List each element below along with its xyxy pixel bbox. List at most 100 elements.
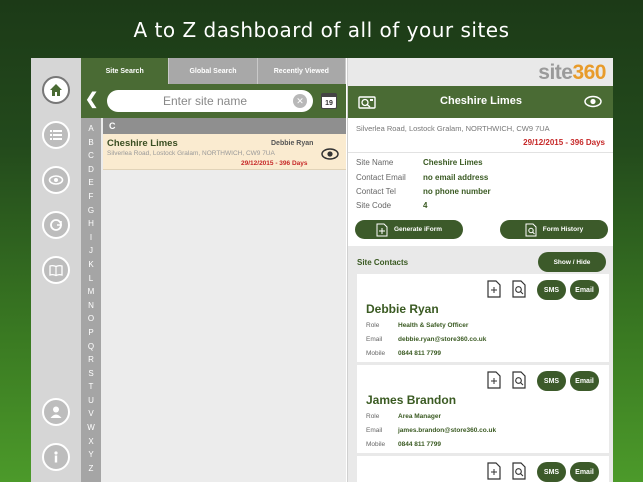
alphabet-letter[interactable]: O — [88, 312, 94, 326]
info-button[interactable] — [42, 443, 70, 471]
contact-role-key: Role — [366, 322, 380, 329]
tab-site-search[interactable]: Site Search — [81, 58, 170, 84]
site-list: C Cheshire Limes Debbie Ryan Silverlea R… — [103, 118, 346, 482]
generate-iform-label: Generate iForm — [393, 226, 443, 233]
email-button[interactable]: Email — [570, 280, 599, 300]
search-tabs: Site Search Global Search Recently Viewe… — [81, 58, 346, 84]
sms-button[interactable]: SMS — [537, 280, 566, 300]
alphabet-letter[interactable]: Q — [88, 340, 94, 354]
alphabet-letter[interactable]: D — [88, 163, 94, 177]
contact-role-key: Role — [366, 413, 380, 420]
alphabet-letter[interactable]: F — [89, 190, 94, 204]
book-icon — [49, 264, 63, 277]
alphabet-letter[interactable]: U — [88, 394, 94, 408]
detail-address: Silverlea Road, Lostock Gralam, NORTHWIC… — [356, 124, 550, 133]
eye-icon — [48, 175, 64, 185]
site-address: Silverlea Road, Lostock Gralam, NORTHWIC… — [107, 150, 275, 157]
chevron-left-icon[interactable]: ❮ — [85, 92, 98, 108]
alphabet-letter[interactable]: G — [88, 204, 94, 218]
detail-header: Cheshire Limes — [348, 86, 613, 118]
form-search-icon[interactable] — [511, 280, 527, 298]
view-button[interactable] — [42, 166, 70, 194]
nav-rail — [31, 58, 81, 482]
alphabet-index[interactable]: ABCDEFGHIJKLMNOPQRSTUVWXYZ — [81, 118, 101, 482]
alphabet-letter[interactable]: A — [88, 122, 93, 136]
headline: A to Z dashboard of all of your sites — [133, 18, 510, 42]
alphabet-letter[interactable]: R — [88, 353, 94, 367]
logo: site360 — [538, 61, 606, 85]
contact-email[interactable]: james.brandon@store360.co.uk — [398, 427, 496, 434]
form-add-icon[interactable] — [486, 462, 502, 480]
user-button[interactable] — [42, 398, 70, 426]
brand-header: site360 — [348, 58, 613, 86]
contact-name: James Brandon — [366, 393, 457, 407]
contact-mobile[interactable]: 0844 811 7799 — [398, 441, 441, 448]
site-contact: Debbie Ryan — [271, 140, 314, 147]
generate-iform-button[interactable]: Generate iForm — [355, 220, 463, 239]
search-input[interactable] — [107, 90, 313, 112]
alphabet-letter[interactable]: M — [88, 285, 95, 299]
alphabet-letter[interactable]: J — [89, 244, 93, 258]
field-value: no email address — [423, 173, 489, 182]
form-history-button[interactable]: Form History — [500, 220, 608, 239]
search-panel: Site Search Global Search Recently Viewe… — [81, 58, 346, 482]
contact-mobile[interactable]: 0844 811 7799 — [398, 350, 441, 357]
calendar-icon[interactable]: 19 — [321, 93, 337, 109]
tab-global-search[interactable]: Global Search — [169, 58, 258, 84]
contact-role: Area Manager — [398, 413, 441, 420]
form-search-icon[interactable] — [511, 371, 527, 389]
contact-email[interactable]: debbie.ryan@store360.co.uk — [398, 336, 486, 343]
alphabet-letter[interactable]: P — [88, 326, 93, 340]
email-button[interactable]: Email — [570, 371, 599, 391]
sync-icon — [50, 219, 62, 231]
form-search-icon[interactable] — [511, 462, 527, 480]
clear-icon[interactable]: ✕ — [293, 94, 307, 108]
alphabet-letter[interactable]: Z — [89, 462, 94, 476]
list-icon — [50, 130, 62, 140]
alphabet-letter[interactable]: L — [89, 272, 93, 286]
home-icon — [50, 84, 62, 96]
alphabet-letter[interactable]: H — [88, 217, 94, 231]
contact-card: SMS Email Debbie Ryan Role Health & Safe… — [357, 274, 609, 362]
alphabet-letter[interactable]: N — [88, 299, 94, 313]
list-item[interactable]: Cheshire Limes Debbie Ryan Silverlea Roa… — [103, 134, 346, 170]
sms-button[interactable]: SMS — [537, 462, 566, 482]
library-button[interactable] — [42, 256, 70, 284]
alphabet-letter[interactable]: E — [88, 176, 93, 190]
site-contacts-section: Site Contacts Show / Hide SMS Email Debb… — [348, 246, 613, 482]
info-icon — [54, 451, 58, 463]
logo-num: 360 — [572, 61, 606, 84]
alphabet-letter[interactable]: W — [87, 421, 95, 435]
alphabet-letter[interactable]: X — [88, 435, 93, 449]
alphabet-letter[interactable]: V — [88, 407, 93, 421]
alphabet-letter[interactable]: I — [90, 231, 92, 245]
alphabet-letter[interactable]: K — [88, 258, 93, 272]
alphabet-letter[interactable]: B — [88, 136, 93, 150]
alphabet-letter[interactable]: S — [88, 367, 93, 381]
list-button[interactable] — [42, 121, 70, 149]
show-hide-label: Show / Hide — [553, 258, 591, 266]
show-hide-button[interactable]: Show / Hide — [538, 252, 606, 272]
contact-mobile-key: Mobile — [366, 441, 386, 448]
site-name: Cheshire Limes — [107, 138, 178, 149]
field-value: 4 — [423, 201, 428, 210]
alphabet-letter[interactable]: Y — [88, 448, 93, 462]
email-button[interactable]: Email — [570, 462, 599, 482]
tab-recently-viewed[interactable]: Recently Viewed — [257, 58, 346, 84]
sms-button[interactable]: SMS — [537, 371, 566, 391]
contact-name: Debbie Ryan — [366, 302, 439, 316]
form-add-icon[interactable] — [486, 371, 502, 389]
home-button[interactable] — [42, 76, 70, 104]
field-value: no phone number — [423, 187, 491, 196]
alphabet-letter[interactable]: C — [88, 149, 94, 163]
alphabet-letter[interactable]: T — [89, 380, 94, 394]
site-contacts-title: Site Contacts — [357, 258, 409, 267]
eye-icon[interactable] — [584, 95, 602, 108]
form-add-icon[interactable] — [486, 280, 502, 298]
section-header: C — [103, 118, 346, 134]
logo-site: site — [538, 61, 573, 84]
sync-button[interactable] — [42, 211, 70, 239]
eye-icon[interactable] — [321, 148, 339, 160]
calendar-day: 19 — [325, 100, 333, 107]
contact-email-key: Email — [366, 427, 383, 434]
